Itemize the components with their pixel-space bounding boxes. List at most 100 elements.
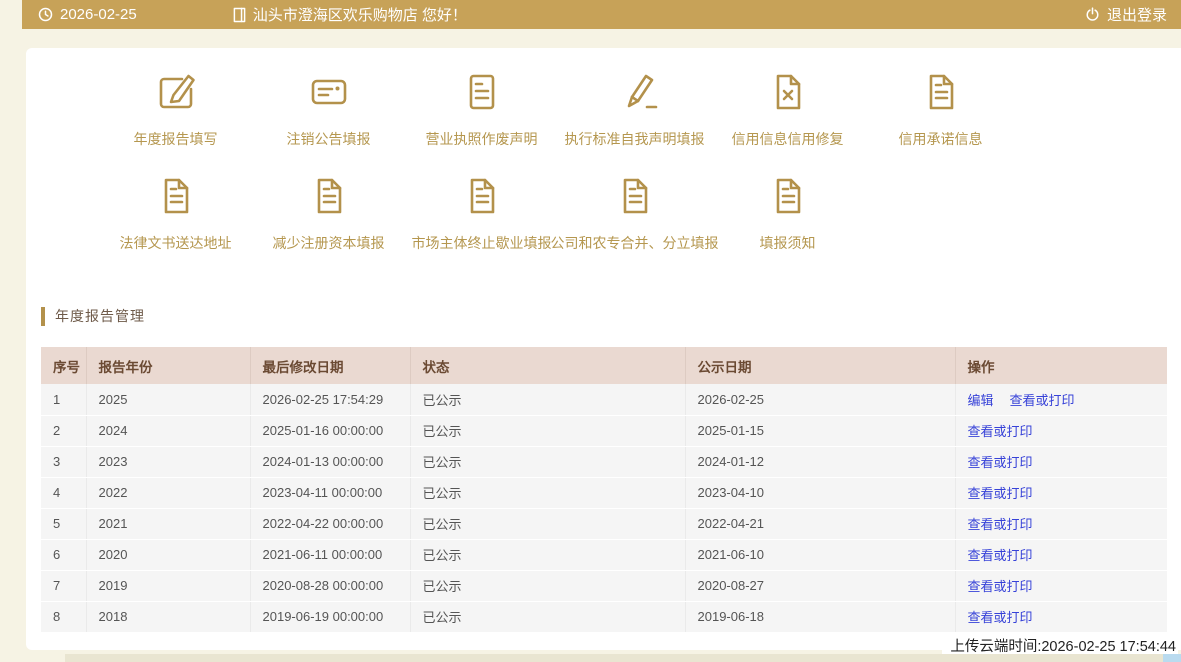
report-year: 2024 xyxy=(86,415,250,446)
report-year: 2023 xyxy=(86,446,250,477)
publish-date: 2022-04-21 xyxy=(685,508,955,539)
shortcut-filing-instructions[interactable]: 填报须知 xyxy=(711,172,864,253)
status-text: 已公示 xyxy=(410,570,685,601)
shortcut-standard-self-declaration[interactable]: 执行标准自我声明填报 xyxy=(558,68,711,149)
table-row: 820182019-06-19 00:00:00已公示2019-06-18查看或… xyxy=(41,601,1167,632)
shortcut-label: 执行标准自我声明填报 xyxy=(565,130,705,149)
shortcut-annual-report-fill[interactable]: 年度报告填写 xyxy=(99,68,252,149)
date-text: 2026-02-25 xyxy=(60,6,137,23)
column-header: 公示日期 xyxy=(685,347,955,384)
store-greeting-text: 汕头市澄海区欢乐购物店 您好！ xyxy=(253,4,467,25)
row-number: 8 xyxy=(41,601,86,632)
shortcut-label: 年度报告填写 xyxy=(134,130,218,149)
status-text: 已公示 xyxy=(410,477,685,508)
publish-date: 2025-01-15 xyxy=(685,415,955,446)
shortcut-label: 法律文书送达地址 xyxy=(120,234,232,253)
publish-date: 2021-06-10 xyxy=(685,539,955,570)
shortcut-row-2: 法律文书送达地址 减少注册资本填报 市场主体终止歇业填报 xyxy=(99,172,1181,253)
last-modified-date: 2023-04-11 00:00:00 xyxy=(250,477,410,508)
view-or-print-link[interactable]: 查看或打印 xyxy=(968,455,1033,470)
status-text: 已公示 xyxy=(410,384,685,415)
publish-date: 2024-01-12 xyxy=(685,446,955,477)
shortcut-credit-repair[interactable]: 信用信息信用修复 xyxy=(711,68,864,149)
last-modified-date: 2019-06-19 00:00:00 xyxy=(250,601,410,632)
topbar: 2026-02-25 汕头市澄海区欢乐购物店 您好！ 退出登录 xyxy=(22,0,1181,29)
status-text: 已公示 xyxy=(410,601,685,632)
shortcut-legal-document-address[interactable]: 法律文书送达地址 xyxy=(99,172,252,253)
status-text: 已公示 xyxy=(410,508,685,539)
table-row: 420222023-04-11 00:00:00已公示2023-04-10查看或… xyxy=(41,477,1167,508)
table-row: 720192020-08-28 00:00:00已公示2020-08-27查看或… xyxy=(41,570,1167,601)
clock-icon xyxy=(38,7,53,22)
table-row: 320232024-01-13 00:00:00已公示2024-01-12查看或… xyxy=(41,446,1167,477)
view-or-print-link[interactable]: 查看或打印 xyxy=(968,486,1033,501)
document-fold-lines-icon xyxy=(152,172,200,220)
row-number: 7 xyxy=(41,570,86,601)
section-title: 年度报告管理 xyxy=(55,306,145,326)
document-lines-icon xyxy=(458,68,506,116)
last-modified-date: 2022-04-22 00:00:00 xyxy=(250,508,410,539)
main-card: 年度报告填写 注销公告填报 营业执照作废声明 执行标准自我声明填报 xyxy=(26,48,1181,650)
view-or-print-link[interactable]: 查看或打印 xyxy=(968,579,1033,594)
last-modified-date: 2026-02-25 17:54:29 xyxy=(250,384,410,415)
report-year: 2020 xyxy=(86,539,250,570)
shortcut-cancellation-announcement[interactable]: 注销公告填报 xyxy=(252,68,405,149)
table-header-row: 序号报告年份最后修改日期状态公示日期操作 xyxy=(41,347,1167,384)
document-fold-lines-icon xyxy=(458,172,506,220)
report-year: 2018 xyxy=(86,601,250,632)
edit-link[interactable]: 编辑 xyxy=(968,393,994,408)
actions-cell: 查看或打印 xyxy=(955,415,1167,446)
table-row: 120252026-02-25 17:54:29已公示2026-02-25编辑查… xyxy=(41,384,1167,415)
document-x-icon xyxy=(764,68,812,116)
shortcut-label: 信用信息信用修复 xyxy=(732,130,844,149)
report-table-body: 120252026-02-25 17:54:29已公示2026-02-25编辑查… xyxy=(41,384,1167,632)
store-icon xyxy=(233,7,246,23)
actions-cell: 查看或打印 xyxy=(955,539,1167,570)
row-number: 3 xyxy=(41,446,86,477)
row-number: 5 xyxy=(41,508,86,539)
status-text: 已公示 xyxy=(410,415,685,446)
actions-cell: 查看或打印 xyxy=(955,508,1167,539)
column-header: 最后修改日期 xyxy=(250,347,410,384)
shortcut-merger-division[interactable]: 公司和农专合并、分立填报 xyxy=(558,172,711,253)
row-number: 1 xyxy=(41,384,86,415)
actions-cell: 查看或打印 xyxy=(955,446,1167,477)
publish-date: 2020-08-27 xyxy=(685,570,955,601)
view-or-print-link[interactable]: 查看或打印 xyxy=(968,610,1033,625)
current-date: 2026-02-25 xyxy=(38,6,137,23)
shortcut-label: 营业执照作废声明 xyxy=(426,130,538,149)
actions-cell: 编辑 查看或打印 xyxy=(955,384,1167,415)
logout-label: 退出登录 xyxy=(1107,4,1167,25)
shortcut-credit-commitment[interactable]: 信用承诺信息 xyxy=(864,68,1017,149)
store-greeting: 汕头市澄海区欢乐购物店 您好！ xyxy=(233,4,467,25)
table-row: 520212022-04-22 00:00:00已公示2022-04-21 查看或… xyxy=(41,508,1167,539)
shortcut-business-suspension[interactable]: 市场主体终止歇业填报 xyxy=(405,172,558,253)
view-or-print-link[interactable]: 查看或打印 xyxy=(968,424,1033,439)
view-or-print-link[interactable]: 查看或打印 xyxy=(1010,393,1075,408)
view-or-print-link[interactable]: 查看或打印 xyxy=(968,517,1033,532)
row-number: 2 xyxy=(41,415,86,446)
shortcut-capital-reduction[interactable]: 减少注册资本填报 xyxy=(252,172,405,253)
column-header: 操作 xyxy=(955,347,1167,384)
view-or-print-link[interactable]: 查看或打印 xyxy=(968,548,1033,563)
bottom-strip-corner xyxy=(1163,654,1181,662)
status-text: 已公示 xyxy=(410,539,685,570)
logout-button[interactable]: 退出登录 xyxy=(1085,4,1167,25)
report-year: 2025 xyxy=(86,384,250,415)
shortcut-license-void-declaration[interactable]: 营业执照作废声明 xyxy=(405,68,558,149)
table-row: 220242025-01-16 00:00:00已公示2025-01-15查看或… xyxy=(41,415,1167,446)
pencil-underscore-icon xyxy=(611,68,659,116)
last-modified-date: 2021-06-11 00:00:00 xyxy=(250,539,410,570)
report-year: 2019 xyxy=(86,570,250,601)
publish-date: 2023-04-10 xyxy=(685,477,955,508)
document-fold-lines-icon xyxy=(611,172,659,220)
card-announcement-icon xyxy=(305,68,353,116)
edit-square-icon xyxy=(152,68,200,116)
row-number: 6 xyxy=(41,539,86,570)
report-year: 2021 xyxy=(86,508,250,539)
table-row: 620202021-06-11 00:00:00已公示2021-06-10 查看或… xyxy=(41,539,1167,570)
power-icon xyxy=(1085,7,1100,22)
actions-cell: 查看或打印 xyxy=(955,570,1167,601)
bottom-strip xyxy=(65,654,1181,662)
actions-cell: 查看或打印 xyxy=(955,477,1167,508)
